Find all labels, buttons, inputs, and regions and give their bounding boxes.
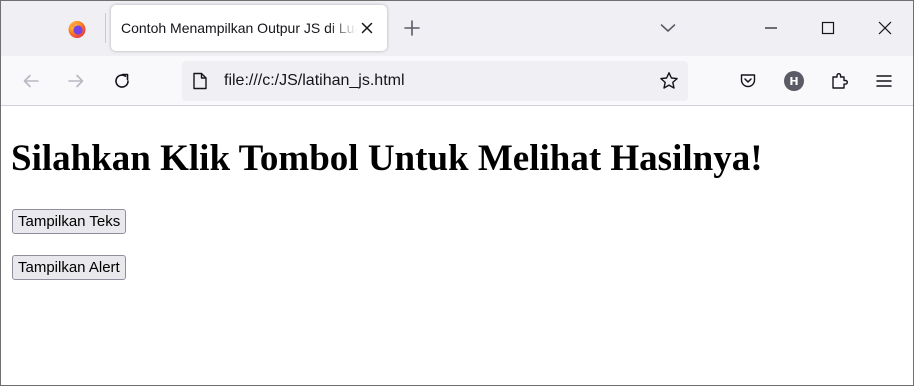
tab-strip: Contoh Menampilkan Outpur JS di Luar <box>1 1 913 56</box>
puzzle-icon[interactable] <box>826 67 854 95</box>
browser-window: Contoh Menampilkan Outpur JS di Luar fil… <box>0 0 914 386</box>
pocket-icon[interactable] <box>734 67 762 95</box>
list-tabs-chevron-down-icon[interactable] <box>656 17 680 39</box>
page-icon[interactable] <box>191 72 209 90</box>
reload-icon[interactable] <box>108 67 136 95</box>
minimize-icon[interactable] <box>756 13 786 43</box>
maximize-icon[interactable] <box>813 13 843 43</box>
new-tab-plus-icon[interactable] <box>401 17 423 39</box>
show-text-button[interactable]: Tampilkan Teks <box>12 209 127 234</box>
profile-avatar[interactable]: H <box>780 67 808 95</box>
address-bar[interactable]: file:///c:/JS/latihan_js.html <box>182 61 688 101</box>
hamburger-menu-icon[interactable] <box>870 67 898 95</box>
forward-arrow-icon[interactable] <box>62 67 90 95</box>
page-content: Silahkan Klik Tombol Untuk Melihat Hasil… <box>1 106 913 385</box>
tab-title: Contoh Menampilkan Outpur JS di Luar <box>121 20 357 36</box>
firefox-icon[interactable] <box>49 5 105 53</box>
navigation-toolbar: file:///c:/JS/latihan_js.html H <box>1 56 913 106</box>
tab-active[interactable]: Contoh Menampilkan Outpur JS di Luar <box>111 5 387 51</box>
page-heading: Silahkan Klik Tombol Untuk Melihat Hasil… <box>11 138 763 179</box>
show-alert-button[interactable]: Tampilkan Alert <box>12 255 126 280</box>
avatar-letter: H <box>784 71 804 91</box>
url-text[interactable]: file:///c:/JS/latihan_js.html <box>224 72 405 90</box>
back-arrow-icon[interactable] <box>17 67 45 95</box>
star-icon[interactable] <box>658 70 680 92</box>
close-window-icon[interactable] <box>870 13 900 43</box>
close-tab-icon[interactable] <box>359 20 375 36</box>
tab-separator <box>105 13 106 43</box>
